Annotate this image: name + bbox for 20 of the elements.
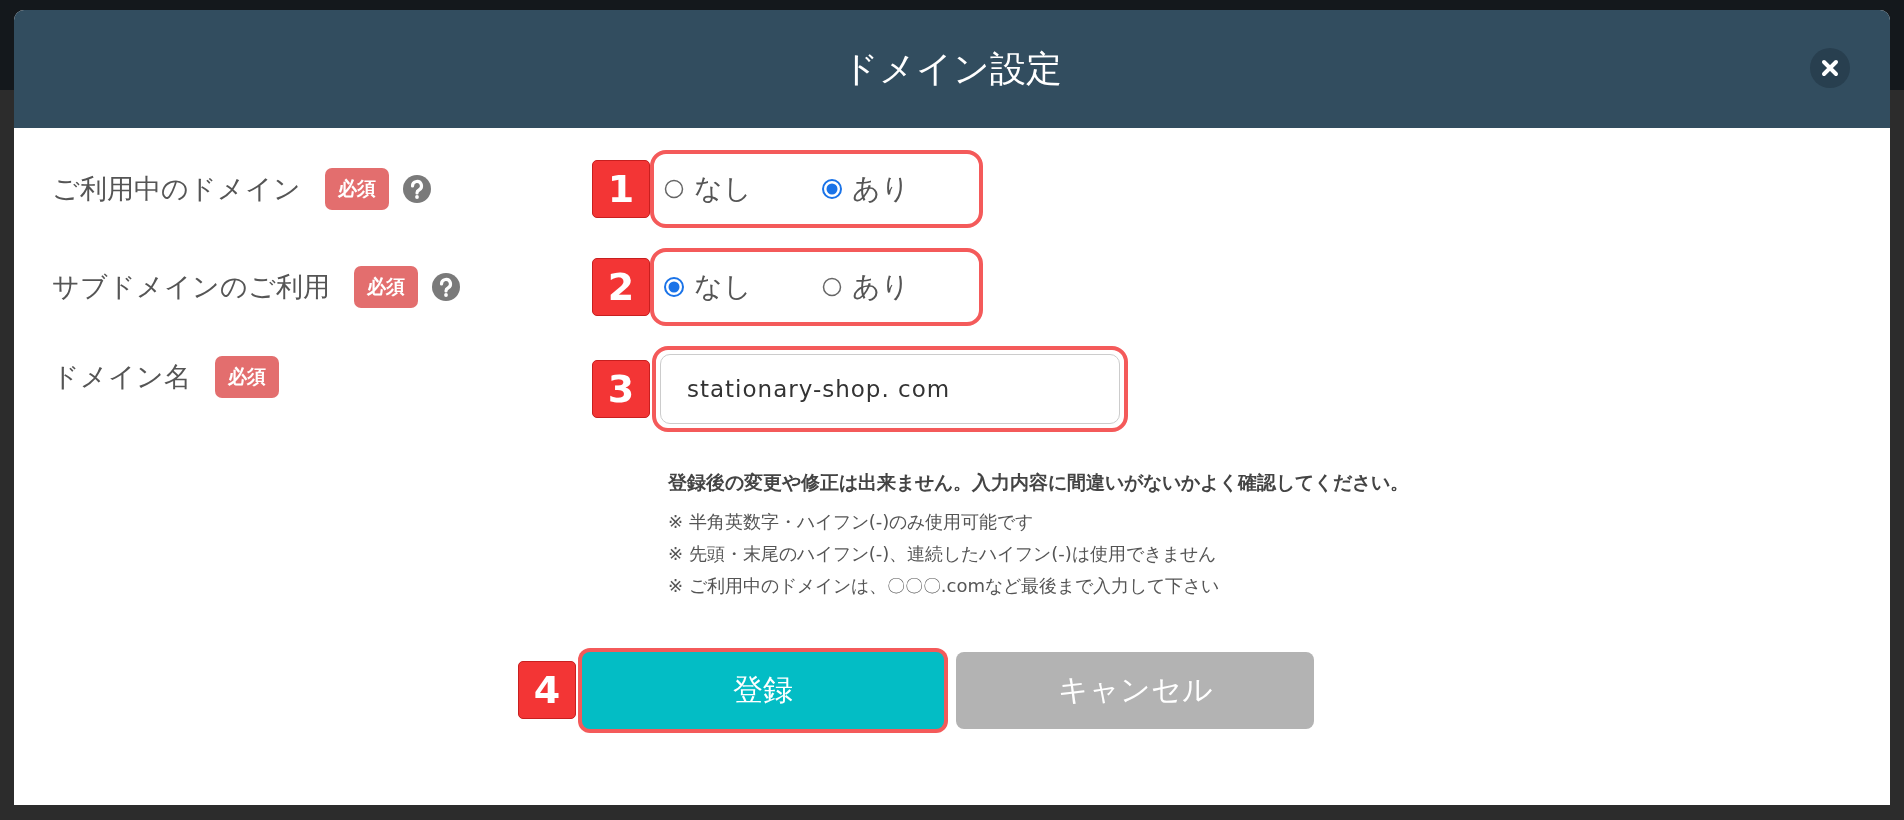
required-badge: 必須 [354, 266, 418, 308]
note-text: ※ 半角英数字・ハイフン(-)のみ使用可能です [668, 510, 1035, 534]
radio-option[interactable]: あり [821, 170, 979, 208]
required-badge: 必須 [215, 356, 279, 398]
required-badge: 必須 [325, 168, 389, 210]
note-text: ※ 先頭・末尾のハイフン(-)、連続したハイフン(-)は使用できません [668, 542, 1217, 566]
dialog-title: ドメイン設定 [842, 46, 1062, 91]
step-marker: 2 [592, 258, 650, 316]
radio-option[interactable]: なし [664, 268, 822, 306]
note-text: ※ ご利用中のドメインは、〇〇〇.comなど最後まで入力して下さい [668, 574, 1220, 598]
step-marker: 3 [592, 360, 650, 418]
field-label: ドメイン名 [52, 360, 191, 394]
domain-input[interactable]: stationary-shop. com [660, 354, 1120, 424]
field-label: サブドメインのご利用 [52, 270, 330, 304]
radio-option[interactable]: あり [821, 268, 979, 306]
step-marker: 1 [592, 160, 650, 218]
step-marker: 4 [518, 661, 576, 719]
radio-option[interactable]: なし [664, 170, 822, 208]
field-label: ご利用中のドメイン [52, 172, 301, 206]
warning-text: 登録後の変更や修正は出来ません。入力内容に間違いがないかよく確認してください。 [668, 470, 1410, 495]
